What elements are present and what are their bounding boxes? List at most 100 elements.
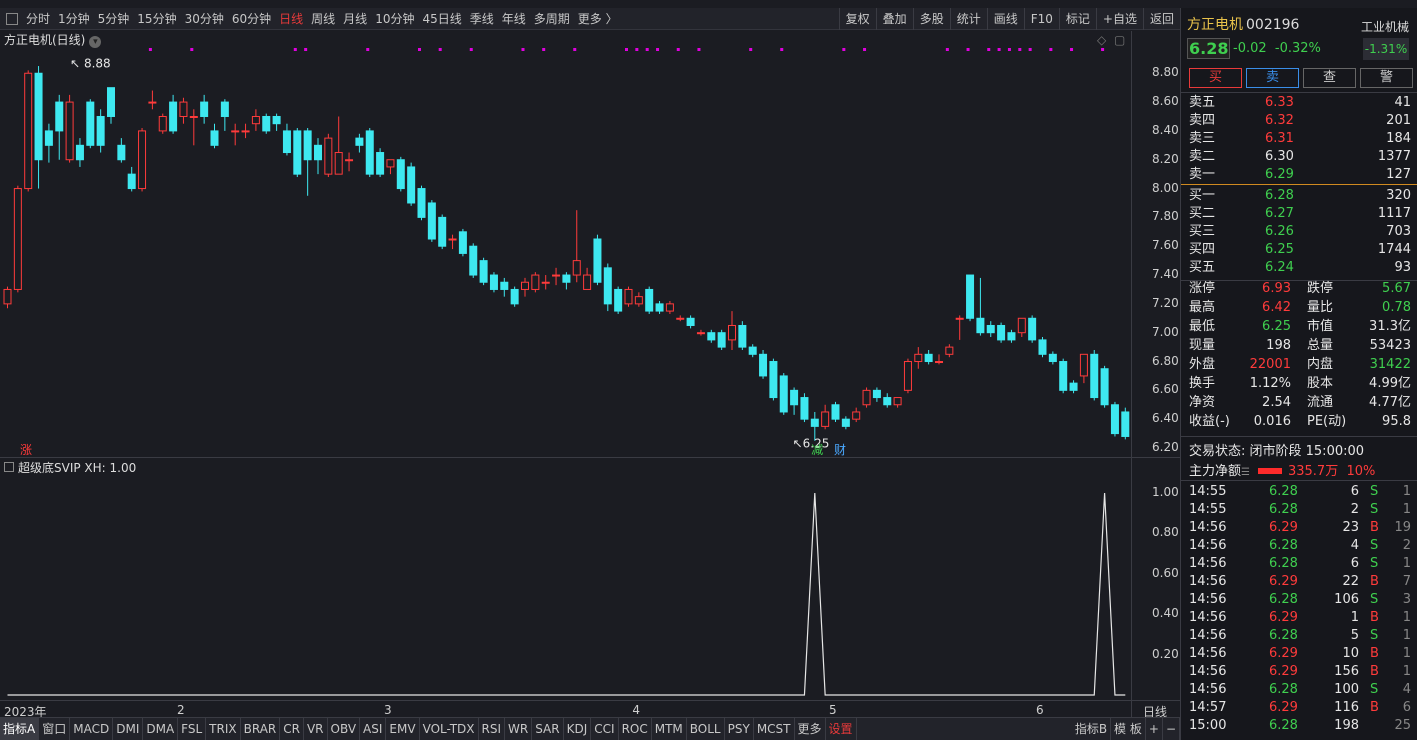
buy-button[interactable]: 买: [1189, 68, 1242, 88]
tick-time: 15:00: [1189, 718, 1227, 733]
tick-row: 14:56 6.29 1 B 1: [1189, 609, 1411, 627]
bottom-right-button[interactable]: 模 板: [1111, 718, 1146, 740]
query-button[interactable]: 查: [1303, 68, 1356, 88]
indicator-tick: 1.00: [1152, 485, 1179, 499]
candle-body: [521, 281, 529, 290]
stats-row: 最高 6.42 量比 0.78: [1189, 299, 1411, 317]
toolbar-button[interactable]: 标记: [1058, 8, 1096, 30]
book-price: 6.30: [1265, 149, 1294, 164]
bottom-right-button[interactable]: 指标B: [1072, 718, 1112, 740]
tick-time: 14:56: [1189, 538, 1227, 553]
indicator-tab[interactable]: FSL: [178, 718, 207, 740]
main-flow: 主力净额☰ 335.7万 10%: [1189, 460, 1375, 479]
period-tab[interactable]: 周线: [307, 8, 339, 30]
period-tab[interactable]: 年线: [498, 8, 530, 30]
stat-value: 198: [1266, 338, 1291, 353]
tick-time: 14:56: [1189, 610, 1227, 625]
list-icon[interactable]: ☰: [1241, 467, 1250, 478]
period-tab[interactable]: 10分钟: [371, 8, 418, 30]
candle-body: [986, 324, 995, 334]
toolbar-button[interactable]: 统计: [949, 8, 987, 30]
candle-body: [1121, 411, 1130, 437]
indicator-tab[interactable]: VOL-TDX: [420, 718, 479, 740]
indicator-tab[interactable]: WR: [505, 718, 533, 740]
candle-body: [728, 324, 736, 341]
indicator-tab[interactable]: 设置: [826, 718, 857, 740]
indicator-tab[interactable]: MCST: [754, 718, 795, 740]
candle-body: [1110, 404, 1119, 435]
period-tab[interactable]: 5分钟: [94, 8, 134, 30]
period-tab[interactable]: 日线: [275, 8, 307, 30]
candle-body: [966, 274, 975, 319]
indicator-tab[interactable]: RSI: [479, 718, 506, 740]
bottom-right-button[interactable]: +: [1146, 718, 1163, 740]
stat-value: 31.3亿: [1369, 319, 1411, 334]
period-tab[interactable]: 多周期: [530, 8, 574, 30]
period-tab[interactable]: 季线: [466, 8, 498, 30]
candle-body: [717, 332, 726, 348]
tick-count: 1: [1402, 646, 1411, 661]
indicator-tab[interactable]: CCI: [591, 718, 619, 740]
indicator-tab[interactable]: TRIX: [206, 718, 241, 740]
stat-label: 外盘: [1189, 357, 1216, 372]
indicator-tab[interactable]: BOLL: [687, 718, 725, 740]
book-volume: 1117: [1377, 206, 1411, 221]
tick-price: 6.29: [1269, 646, 1298, 661]
bottom-right-button[interactable]: −: [1163, 718, 1180, 740]
period-tab[interactable]: 15分钟: [133, 8, 180, 30]
period-tab[interactable]: 1分钟: [54, 8, 94, 30]
price-tick: 8.00: [1152, 180, 1179, 195]
period-tab[interactable]: 30分钟: [181, 8, 228, 30]
signal-marker: [438, 48, 442, 51]
tick-count: 3: [1402, 592, 1411, 607]
candle-body: [479, 260, 488, 283]
signal-marker: [945, 48, 949, 51]
stat-label: 量比: [1307, 300, 1334, 315]
indicator-tab[interactable]: MACD: [70, 718, 114, 740]
indicator-tab[interactable]: MTM: [652, 718, 687, 740]
candle-body: [810, 418, 819, 427]
toolbar-button[interactable]: F10: [1023, 8, 1059, 30]
indicator-tab[interactable]: SAR: [532, 718, 564, 740]
indicator-tab[interactable]: DMI: [113, 718, 144, 740]
candle-body: [1079, 353, 1088, 377]
toolbar-button[interactable]: 画线: [986, 8, 1024, 30]
toolbar-button[interactable]: +自选: [1095, 8, 1143, 30]
alert-button[interactable]: 警: [1360, 68, 1413, 88]
indicator-tab[interactable]: ROC: [619, 718, 652, 740]
period-tab[interactable]: 分时: [22, 8, 54, 30]
signal-marker: [1007, 48, 1011, 51]
indicator-tab[interactable]: 窗口: [39, 718, 71, 740]
industry-label[interactable]: 工业机械: [1361, 18, 1409, 35]
toolbar-button[interactable]: 复权: [838, 8, 876, 30]
toolbar-button[interactable]: 多股: [912, 8, 950, 30]
sell-button[interactable]: 卖: [1246, 68, 1299, 88]
book-volume: 320: [1386, 188, 1411, 203]
indicator-tab[interactable]: CR: [280, 718, 304, 740]
toolbar-button[interactable]: 叠加: [875, 8, 913, 30]
indicator-tab[interactable]: ASI: [360, 718, 387, 740]
panel-toggle-icon[interactable]: [6, 12, 18, 25]
indicator-tab[interactable]: 指标A: [0, 718, 40, 740]
indicator-tab[interactable]: KDJ: [564, 718, 592, 740]
period-tab[interactable]: 45日线: [418, 8, 465, 30]
candle-body: [241, 130, 250, 133]
indicator-tab[interactable]: OBV: [328, 718, 361, 740]
candle-body: [738, 324, 747, 348]
period-tab[interactable]: 60分钟: [228, 8, 275, 30]
indicator-chart[interactable]: [0, 470, 1131, 700]
period-tab[interactable]: 月线: [339, 8, 371, 30]
stat-value: 2.54: [1262, 395, 1291, 410]
candle-body: [34, 72, 43, 161]
jian-marker: 减: [811, 443, 823, 457]
indicator-tab[interactable]: DMA: [143, 718, 179, 740]
indicator-tab[interactable]: VR: [304, 718, 328, 740]
indicator-tab[interactable]: 更多: [795, 718, 826, 740]
candlestick-chart[interactable]: ↖ 8.88↖6.25涨减财: [0, 44, 1131, 458]
indicator-tab[interactable]: EMV: [386, 718, 420, 740]
indicator-tab[interactable]: BRAR: [241, 718, 281, 740]
indicator-tab[interactable]: PSY: [725, 718, 754, 740]
stat-value: 22001: [1249, 357, 1291, 372]
toolbar-button[interactable]: 返回: [1142, 8, 1180, 30]
period-tab[interactable]: 更多 〉: [574, 8, 622, 30]
